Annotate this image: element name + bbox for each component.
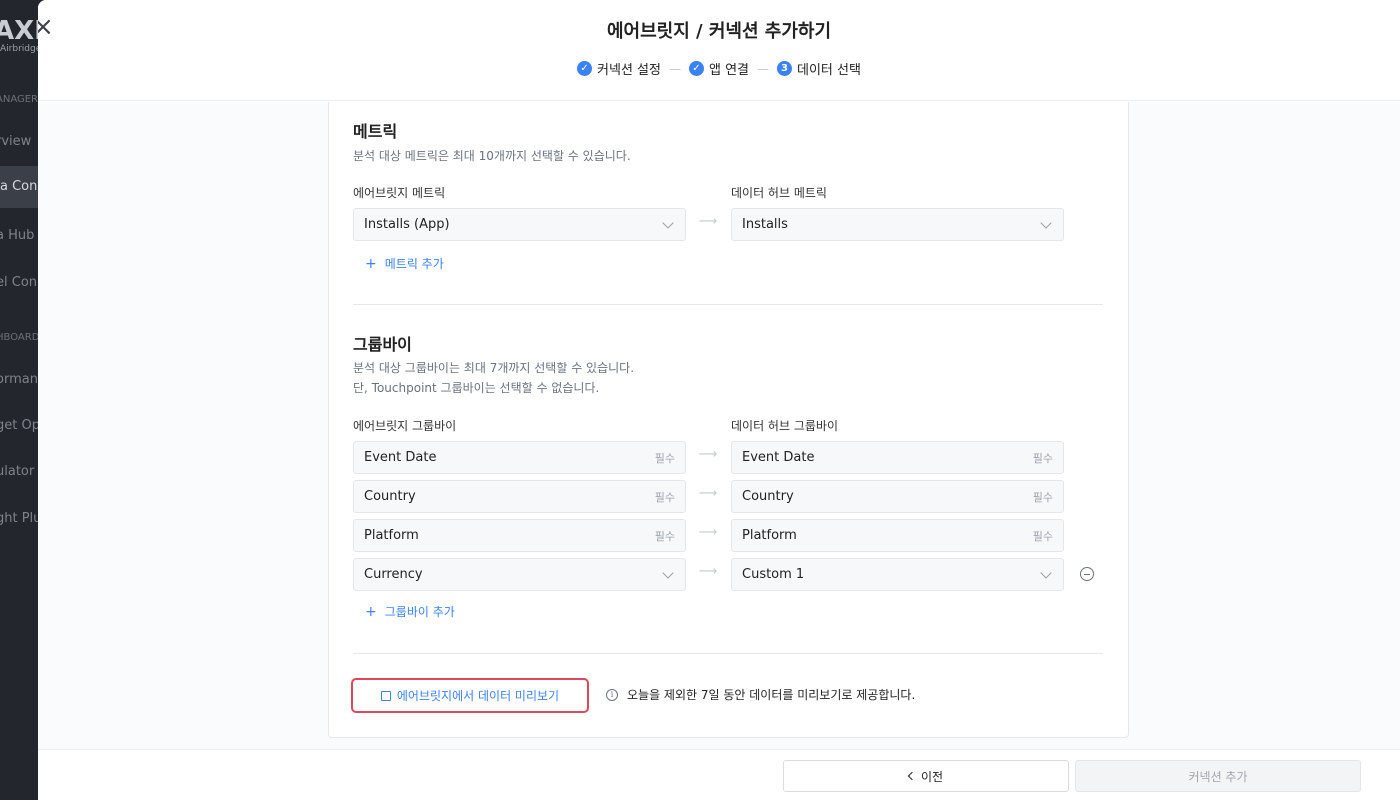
add-connection-modal: × 에어브릿지 / 커넥션 추가하기 ✓ 커넥션 설정 — ✓ 앱 연결 — 3… (38, 0, 1400, 800)
datahub-metric-label: 데이터 허브 메트릭 (731, 186, 827, 200)
step-connection-settings: ✓ 커넥션 설정 (577, 59, 661, 78)
required-tag: 필수 (654, 451, 675, 465)
sidebar-section-dashboard: HBOARD (0, 332, 40, 343)
arrow-right-icon: ⟶ (698, 525, 718, 540)
select-value: Installs (App) (364, 217, 450, 232)
step-label: 데이터 선택 (797, 63, 861, 78)
modal-body[interactable]: 메트릭 분석 대상 메트릭은 최대 10개까지 선택할 수 있습니다. 에어브릿… (38, 102, 1400, 749)
preview-info: i 오늘을 제외한 7일 동안 데이터를 미리보기로 제공합니다. (606, 686, 915, 703)
remove-row-icon[interactable] (1080, 567, 1094, 581)
modal-footer: 이전 커넥션 추가 (38, 749, 1400, 800)
add-metric-button[interactable]: + 메트릭 추가 (365, 255, 444, 272)
required-tag: 필수 (654, 490, 675, 504)
sidebar-item-overview[interactable]: rview (0, 134, 31, 149)
add-connection-label: 커넥션 추가 (1188, 769, 1248, 784)
chevron-down-icon (1040, 216, 1052, 229)
field-value: Platform (364, 528, 419, 543)
datahub-groupby-field: Country 필수 (731, 480, 1064, 513)
airbridge-groupby-field: Event Date 필수 (353, 441, 686, 474)
check-icon: ✓ (577, 61, 593, 76)
step-label: 앱 연결 (708, 63, 749, 78)
section-divider (353, 304, 1103, 305)
metric-section-desc: 분석 대상 메트릭은 최대 10개까지 선택할 수 있습니다. (353, 149, 631, 163)
step-separator: — (668, 61, 681, 76)
airbridge-metric-label: 에어브릿지 메트릭 (353, 186, 446, 200)
airbridge-metric-select[interactable]: Installs (App) (353, 208, 686, 241)
previous-button-label: 이전 (920, 769, 944, 784)
info-icon: i (606, 688, 618, 701)
section-divider (353, 653, 1103, 654)
modal-title: 에어브릿지 / 커넥션 추가하기 (606, 21, 832, 42)
chevron-down-icon (662, 216, 674, 229)
plus-icon: + (365, 255, 377, 272)
chevron-down-icon (662, 566, 674, 579)
select-value: Installs (742, 217, 788, 232)
chevron-down-icon (1040, 566, 1052, 579)
add-groupby-button[interactable]: + 그룹바이 추가 (365, 603, 455, 620)
preview-in-airbridge-button[interactable]: 에어브릿지에서 데이터 미리보기 (351, 678, 589, 713)
datahub-groupby-field: Event Date 필수 (731, 441, 1064, 474)
check-icon: ✓ (688, 61, 704, 76)
airbridge-groupby-label: 에어브릿지 그룹바이 (353, 419, 457, 433)
step-app-connection: ✓ 앱 연결 (688, 59, 749, 78)
arrow-right-icon: ⟶ (698, 214, 718, 229)
field-value: Event Date (364, 450, 437, 465)
required-tag: 필수 (1032, 529, 1053, 543)
required-tag: 필수 (654, 529, 675, 543)
step-number-icon: 3 (777, 61, 792, 76)
external-link-icon (380, 690, 391, 701)
app-logo-subtitle: Airbridge (0, 44, 42, 54)
select-value: Currency (364, 567, 423, 582)
select-value: Custom 1 (742, 567, 805, 582)
datahub-groupby-field: Platform 필수 (731, 519, 1064, 552)
sidebar-item-budget-optimizer[interactable]: get Op (0, 418, 40, 433)
arrow-right-icon: ⟶ (698, 447, 718, 462)
groupby-section-title: 그룹바이 (353, 335, 412, 354)
sidebar-item-simulator[interactable]: ulator (0, 464, 34, 479)
step-label: 커넥션 설정 (597, 63, 661, 78)
chevron-left-icon (907, 771, 917, 781)
add-groupby-label: 그룹바이 추가 (384, 605, 455, 619)
metric-section-title: 메트릭 (353, 122, 398, 141)
required-tag: 필수 (1032, 451, 1053, 465)
arrow-right-icon: ⟶ (698, 486, 718, 501)
groupby-section-desc-1: 분석 대상 그룹바이는 최대 7개까지 선택할 수 있습니다. (353, 361, 635, 375)
previous-button[interactable]: 이전 (783, 760, 1069, 792)
sidebar-item-insight-plus[interactable]: ght Plu (0, 511, 41, 526)
preview-button-label: 에어브릿지에서 데이터 미리보기 (396, 689, 560, 703)
preview-info-text: 오늘을 제외한 7일 동안 데이터를 미리보기로 제공합니다. (627, 688, 916, 702)
data-selection-card: 메트릭 분석 대상 메트릭은 최대 10개까지 선택할 수 있습니다. 에어브릿… (328, 102, 1129, 738)
field-value: Event Date (742, 450, 815, 465)
datahub-groupby-select[interactable]: Custom 1 (731, 558, 1064, 591)
sidebar-section-manager: ANAGER (0, 94, 39, 105)
airbridge-groupby-field: Platform 필수 (353, 519, 686, 552)
datahub-metric-select[interactable]: Installs (731, 208, 1064, 241)
required-tag: 필수 (1032, 490, 1053, 504)
step-separator: — (757, 61, 769, 76)
groupby-section-desc-2: 단, Touchpoint 그룹바이는 선택할 수 없습니다. (353, 381, 600, 395)
field-value: Platform (742, 528, 797, 543)
sidebar-item-channel-connection[interactable]: el Con (0, 275, 37, 290)
add-metric-label: 메트릭 추가 (384, 257, 444, 271)
datahub-groupby-label: 데이터 허브 그룹바이 (731, 419, 838, 433)
airbridge-groupby-select[interactable]: Currency (353, 558, 686, 591)
step-data-selection: 3 데이터 선택 (777, 59, 861, 78)
airbridge-groupby-field: Country 필수 (353, 480, 686, 513)
arrow-right-icon: ⟶ (698, 564, 718, 579)
modal-header: × 에어브릿지 / 커넥션 추가하기 ✓ 커넥션 설정 — ✓ 앱 연결 — 3… (38, 0, 1400, 101)
field-value: Country (364, 489, 416, 504)
sidebar-item-data-hub[interactable]: a Hub (0, 228, 34, 243)
stepper: ✓ 커넥션 설정 — ✓ 앱 연결 — 3 데이터 선택 (38, 59, 1400, 78)
add-connection-button[interactable]: 커넥션 추가 (1075, 760, 1361, 792)
plus-icon: + (365, 603, 377, 620)
field-value: Country (742, 489, 794, 504)
